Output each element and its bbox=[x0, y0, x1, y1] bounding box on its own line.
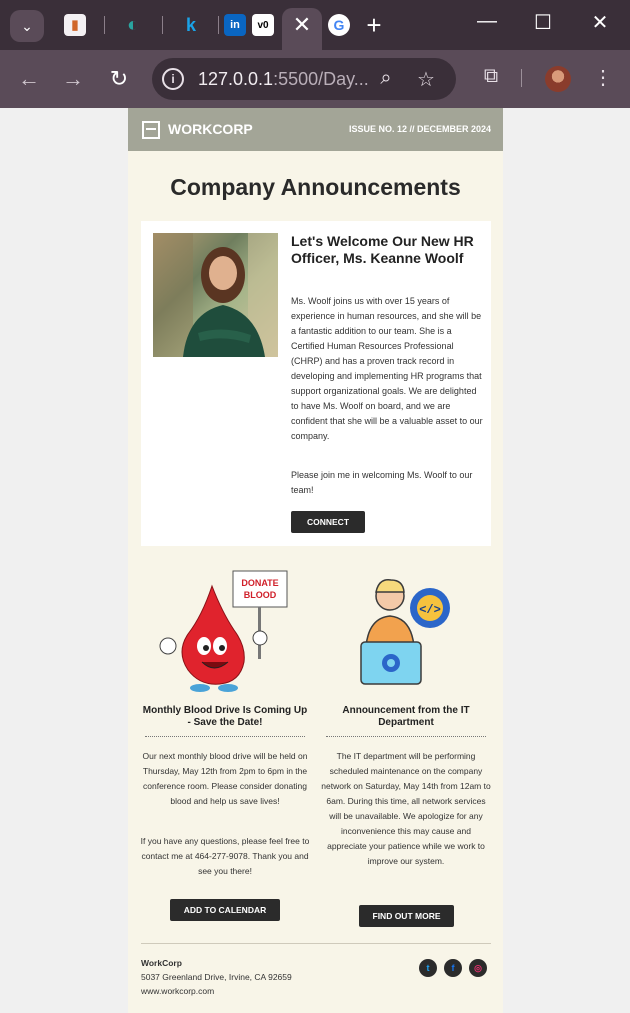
new-tab-button[interactable]: + bbox=[362, 10, 386, 41]
office-tab-icon[interactable]: ▮ bbox=[64, 14, 86, 36]
find-out-more-button[interactable]: FIND OUT MORE bbox=[359, 905, 454, 927]
v0-tab-icon[interactable]: v0 bbox=[252, 14, 274, 36]
blood-drive-body: Our next monthly blood drive will be hel… bbox=[142, 751, 308, 806]
portrait-illustration bbox=[153, 233, 278, 357]
page-title: Company Announcements bbox=[170, 174, 461, 200]
google-tab-icon[interactable]: G bbox=[328, 14, 350, 36]
feature-closing: Please join me in welcoming Ms. Woolf to… bbox=[291, 470, 473, 495]
close-tab-icon[interactable]: ✕ bbox=[290, 12, 314, 38]
toolbar-separator bbox=[521, 69, 522, 87]
it-worker-illustration: </> bbox=[321, 566, 491, 696]
feature-body: Ms. Woolf joins us with over 15 years of… bbox=[291, 296, 483, 441]
tab-separator bbox=[104, 16, 105, 34]
sign-donate-text: DONATE bbox=[241, 578, 278, 588]
maximize-icon[interactable]: ☐ bbox=[528, 10, 558, 35]
window-close-icon[interactable]: ✕ bbox=[585, 10, 615, 35]
site-info-icon[interactable]: i bbox=[162, 68, 184, 90]
blood-drive-heading: Monthly Blood Drive Is Coming Up - Save … bbox=[142, 705, 308, 728]
browser-tab-bar: ⌄ ▮ ◐ k in v0 ✕ G + — ☐ ✕ bbox=[0, 0, 630, 50]
newsletter-header: WORKCORP ISSUE NO. 12 // DECEMBER 2024 bbox=[128, 108, 503, 151]
blood-drop-illustration: DONATE BLOOD bbox=[140, 566, 310, 696]
divider bbox=[326, 736, 486, 737]
url-path: :5500/Day... bbox=[273, 69, 369, 89]
sign-blood-text: BLOOD bbox=[244, 590, 277, 600]
edge-tab-icon[interactable]: ◐ bbox=[122, 14, 144, 36]
footer-website[interactable]: www.workcorp.com bbox=[141, 986, 214, 996]
add-to-calendar-button[interactable]: ADD TO CALENDAR bbox=[170, 899, 280, 921]
it-heading: Announcement from the IT Department bbox=[342, 705, 470, 728]
address-bar[interactable]: i 127.0.0.1:5500/Day... ⌕ ☆ bbox=[152, 58, 456, 100]
page-viewport: WORKCORP ISSUE NO. 12 // DECEMBER 2024 C… bbox=[0, 108, 630, 1013]
more-menu-icon[interactable]: ⋮ bbox=[590, 65, 616, 90]
footer-address: 5037 Greenland Drive, Irvine, CA 92659 bbox=[141, 972, 292, 982]
brand-name: WORKCORP bbox=[168, 121, 253, 137]
footer-company: WorkCorp bbox=[141, 958, 182, 968]
linkedin-tab-icon[interactable]: in bbox=[224, 14, 246, 36]
newsletter: WORKCORP ISSUE NO. 12 // DECEMBER 2024 C… bbox=[128, 108, 503, 1013]
minimize-icon[interactable]: — bbox=[472, 10, 502, 33]
tab-search-button[interactable]: ⌄ bbox=[10, 10, 44, 42]
divider bbox=[145, 736, 305, 737]
reload-icon[interactable]: ↻ bbox=[106, 66, 132, 92]
brand-logo-icon bbox=[142, 121, 160, 139]
k-tab-icon[interactable]: k bbox=[180, 14, 202, 36]
extensions-icon[interactable]: ⧉ bbox=[478, 65, 504, 88]
instagram-icon[interactable]: ◎ bbox=[469, 959, 487, 977]
feature-card: Let's Welcome Our New HR Officer, Ms. Ke… bbox=[141, 221, 491, 546]
zoom-icon[interactable]: ⌕ bbox=[374, 67, 398, 90]
url-text[interactable]: 127.0.0.1:5500/Day... bbox=[198, 69, 369, 90]
connect-button[interactable]: CONNECT bbox=[291, 511, 365, 533]
blood-drive-contact: If you have any questions, please feel f… bbox=[140, 836, 310, 876]
chevron-down-icon: ⌄ bbox=[21, 17, 33, 34]
back-icon[interactable]: ← bbox=[16, 66, 42, 92]
svg-text:</>: </> bbox=[419, 603, 441, 617]
footer-divider bbox=[141, 943, 491, 944]
tab-separator bbox=[218, 16, 219, 34]
issue-label: ISSUE NO. 12 // DECEMBER 2024 bbox=[348, 124, 491, 134]
profile-avatar[interactable] bbox=[545, 66, 571, 92]
hr-officer-photo bbox=[153, 233, 278, 357]
bookmark-star-icon[interactable]: ☆ bbox=[414, 67, 438, 92]
twitter-icon[interactable]: t bbox=[419, 959, 437, 977]
url-host: 127.0.0.1 bbox=[198, 69, 274, 89]
facebook-icon[interactable]: f bbox=[444, 959, 462, 977]
tab-separator bbox=[162, 16, 163, 34]
feature-heading: Let's Welcome Our New HR Officer, Ms. Ke… bbox=[291, 233, 474, 266]
forward-icon[interactable]: → bbox=[60, 66, 86, 92]
browser-toolbar: ← → ↻ i 127.0.0.1:5500/Day... ⌕ ☆ ⧉ ⋮ bbox=[0, 50, 630, 108]
it-body: The IT department will be performing sch… bbox=[321, 751, 491, 866]
